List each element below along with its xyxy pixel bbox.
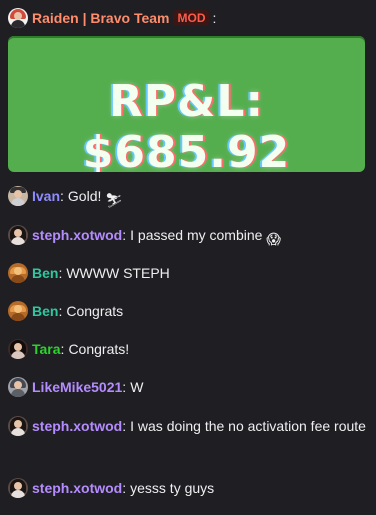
chat-message: steph.xotwod: I was doing the no activati… [8, 413, 368, 439]
avatar[interactable] [8, 263, 28, 283]
message-text: WWWW STEPH [66, 265, 170, 281]
message-text: Congrats [66, 303, 124, 319]
message-text: Congrats! [68, 341, 130, 357]
chat-message: Ben: Congrats [8, 299, 368, 323]
avatar[interactable] [8, 478, 28, 498]
message-colon: : [122, 480, 127, 496]
username[interactable]: steph.xotwod [32, 418, 122, 434]
chat-panel: Raiden | Bravo Team MOD: RP&L: $685.92 Iv… [0, 0, 376, 515]
avatar[interactable] [8, 186, 28, 206]
avatar[interactable] [8, 339, 28, 359]
username[interactable]: steph.xotwod [32, 480, 122, 496]
chat-message: steph.xotwod: I passed my combine 😱 [8, 223, 368, 251]
avatar[interactable] [8, 301, 28, 321]
message-colon: : [58, 265, 63, 281]
username[interactable]: steph.xotwod [32, 227, 122, 243]
username[interactable]: Ivan [32, 188, 60, 204]
username[interactable]: Raiden | Bravo Team [32, 10, 169, 26]
username[interactable]: Tara [32, 341, 61, 357]
skier-emoji-icon: ⛷ [105, 192, 124, 208]
embed-text: RP&L: $685.92 [82, 76, 291, 172]
message-text: W [130, 379, 144, 395]
image-embed[interactable]: RP&L: $685.92 [8, 36, 365, 172]
message-colon: : [212, 10, 217, 26]
message-colon: : [60, 341, 65, 357]
avatar[interactable] [8, 377, 28, 397]
message-text: I passed my combine [130, 227, 263, 243]
message-colon: : [58, 303, 63, 319]
chat-message: Ivan: Gold! ⛷ [8, 184, 368, 212]
message-colon: : [122, 418, 127, 434]
chat-message: LikeMike5021: W [8, 375, 368, 399]
chat-message: Ben: WWWW STEPH [8, 261, 368, 285]
message-text: yesss ty guys [130, 480, 215, 496]
chat-message: steph.xotwod: yesss ty guys [8, 476, 368, 500]
chat-message: Raiden | Bravo Team MOD: [8, 6, 368, 30]
chat-message: Tara: Congrats! [8, 337, 368, 361]
scream-emoji-icon: 😱 [266, 231, 281, 247]
avatar[interactable] [8, 225, 28, 245]
message-text: Gold! [67, 188, 102, 204]
mod-badge: MOD [173, 10, 210, 26]
avatar[interactable] [8, 8, 28, 28]
message-colon: : [60, 188, 64, 204]
message-colon: : [122, 379, 127, 395]
message-colon: : [122, 227, 127, 243]
message-text: I was doing the no activation fee route [130, 418, 366, 434]
avatar[interactable] [8, 416, 28, 436]
username[interactable]: Ben [32, 303, 58, 319]
username[interactable]: Ben [32, 265, 58, 281]
username[interactable]: LikeMike5021 [32, 379, 122, 395]
